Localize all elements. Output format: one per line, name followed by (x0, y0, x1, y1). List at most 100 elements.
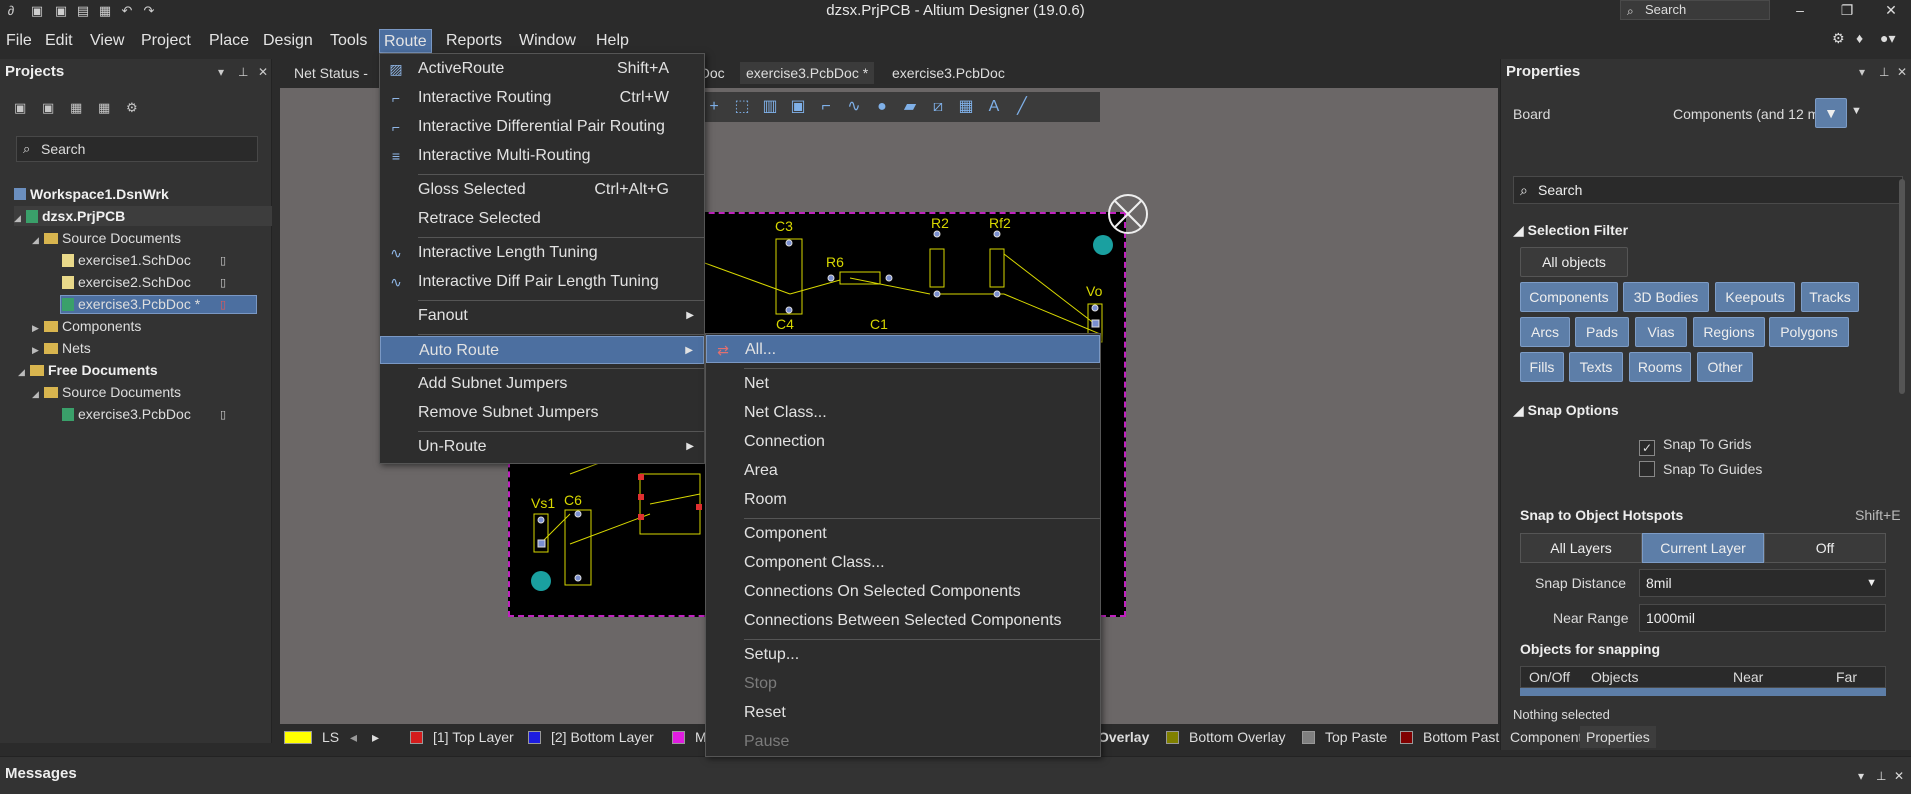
submenu-item-component[interactable]: Component (706, 520, 1100, 548)
menu-design[interactable]: Design (259, 29, 317, 53)
menu-reports[interactable]: Reports (442, 29, 506, 53)
menu-place[interactable]: Place (205, 29, 253, 53)
menu-item-diff-length-tuning[interactable]: ∿ Interactive Diff Pair Length Tuning (380, 268, 704, 296)
filter-regions-button[interactable]: Regions (1693, 317, 1765, 347)
layer-tab-mechanical[interactable]: M (672, 728, 707, 746)
filter-other-button[interactable]: Other (1697, 352, 1753, 382)
via-icon[interactable]: ● (868, 92, 896, 122)
submenu-item-room[interactable]: Room (706, 486, 1100, 514)
submenu-item-component-class[interactable]: Component Class... (706, 549, 1100, 577)
submenu-item-connection[interactable]: Connection (706, 428, 1100, 456)
filter-pads-button[interactable]: Pads (1575, 317, 1629, 347)
tab-properties[interactable]: Properties (1580, 726, 1656, 748)
pin-icon[interactable]: ⊥ (238, 59, 248, 85)
tree-doc-exercise1[interactable]: exercise1.SchDoc (62, 250, 191, 270)
tab-exercise3-active[interactable]: exercise3.PcbDoc * (740, 62, 875, 84)
snap-options-header[interactable]: ◢ Snap Options (1513, 402, 1619, 419)
place-component-icon[interactable]: ▣ (784, 92, 812, 122)
scroll-right-icon[interactable]: ▸ (372, 728, 379, 746)
tree-doc-exercise3[interactable]: exercise3.PcbDoc * (62, 294, 200, 314)
user-icon[interactable]: ●▾ (1880, 30, 1895, 47)
tree-doc-exercise2[interactable]: exercise2.SchDoc (62, 272, 191, 292)
menu-item-remove-subnet-jumpers[interactable]: Remove Subnet Jumpers (380, 399, 704, 427)
filter-keepouts-button[interactable]: Keepouts (1715, 282, 1795, 312)
layer-tab-bottom-overlay[interactable]: Bottom Overlay (1166, 728, 1285, 746)
filter-dropdown-icon[interactable]: ▼ (1851, 105, 1862, 117)
collapse-arrow-icon[interactable]: ◢ (14, 208, 26, 228)
expand-arrow-icon[interactable]: ▶ (32, 340, 44, 360)
filter-rooms-button[interactable]: Rooms (1629, 352, 1691, 382)
compile-icon[interactable]: ▣ (42, 100, 60, 116)
close-panel-icon[interactable]: ✕ (1897, 59, 1907, 85)
route-icon[interactable]: ⌐ (812, 92, 840, 122)
filter-button[interactable]: ▼ (1815, 98, 1847, 128)
pin-icon[interactable]: ⊥ (1879, 59, 1889, 85)
menu-project[interactable]: Project (137, 29, 195, 53)
filter-fills-button[interactable]: Fills (1520, 352, 1564, 382)
tree-free-source-documents[interactable]: ◢ Source Documents (32, 382, 181, 402)
save-doc-icon[interactable]: ▣ (14, 100, 32, 116)
gear-icon[interactable]: ⚙ (1832, 30, 1845, 47)
collapse-arrow-icon[interactable]: ◢ (32, 384, 44, 404)
submenu-item-setup[interactable]: Setup... (706, 641, 1100, 669)
global-search-input[interactable]: ⌕ Search (1620, 0, 1770, 20)
tree-free-documents[interactable]: ◢ Free Documents (18, 360, 158, 380)
menu-item-retrace-selected[interactable]: Retrace Selected (380, 205, 704, 233)
submenu-item-area[interactable]: Area (706, 457, 1100, 485)
select-rect-icon[interactable]: ⬚ (728, 92, 756, 122)
tree-free-doc-exercise3[interactable]: exercise3.PcbDoc (62, 404, 191, 424)
filter-components-button[interactable]: Components (1520, 282, 1618, 312)
tune-icon[interactable]: ∿ (840, 92, 868, 122)
tree-nets[interactable]: ▶ Nets (32, 338, 91, 358)
fill-icon[interactable]: ▰ (896, 92, 924, 122)
menu-item-fanout[interactable]: Fanout ▶ (380, 302, 704, 330)
layer-tab-top[interactable]: [1] Top Layer (410, 728, 514, 746)
hotspot-all-layers[interactable]: All Layers (1520, 533, 1642, 563)
close-panel-icon[interactable]: ✕ (1894, 769, 1904, 783)
close-folder-icon[interactable]: ▦ (98, 100, 116, 116)
properties-search-input[interactable]: ⌕ Search (1513, 176, 1903, 204)
snap-distance-select[interactable]: 8mil ▼ (1639, 569, 1886, 597)
panel-menu-icon[interactable]: ▾ (1859, 59, 1865, 85)
current-layer-swatch[interactable]: LS (284, 728, 339, 746)
submenu-item-all[interactable]: ⇄ All... (706, 335, 1100, 363)
tree-workspace[interactable]: Workspace1.DsnWrk (14, 184, 169, 204)
menu-item-gloss-selected[interactable]: Gloss Selected Ctrl+Alt+G (380, 176, 704, 204)
align-icon[interactable]: ▥ (756, 92, 784, 122)
open-folder-icon[interactable]: ▦ (70, 100, 88, 116)
panel-menu-icon[interactable]: ▾ (1858, 769, 1864, 783)
menu-help[interactable]: Help (592, 29, 633, 53)
polygon-icon[interactable]: ⧄ (924, 92, 952, 122)
menu-item-interactive-routing[interactable]: ⌐ Interactive Routing Ctrl+W (380, 84, 704, 112)
filter-polygons-button[interactable]: Polygons (1769, 317, 1849, 347)
minimize-button[interactable]: – (1785, 0, 1815, 22)
tree-source-documents[interactable]: ◢ Source Documents (32, 228, 181, 248)
restore-button[interactable]: ❐ (1832, 0, 1862, 22)
snap-objects-table-row[interactable] (1520, 688, 1886, 696)
line-icon[interactable]: ╱ (1008, 92, 1036, 122)
hotspot-current-layer[interactable]: Current Layer (1642, 533, 1764, 563)
layer-tab-top-paste[interactable]: Top Paste (1302, 728, 1387, 746)
menu-view[interactable]: View (86, 29, 128, 53)
dimension-icon[interactable]: ▦ (952, 92, 980, 122)
submenu-item-net[interactable]: Net (706, 370, 1100, 398)
collapse-arrow-icon[interactable]: ◢ (32, 230, 44, 250)
layer-tab-bottom[interactable]: [2] Bottom Layer (528, 728, 654, 746)
tab-components[interactable]: Components (1510, 729, 1589, 745)
menu-tools[interactable]: Tools (326, 29, 371, 53)
expand-arrow-icon[interactable]: ▶ (32, 318, 44, 338)
menu-route[interactable]: Route (379, 29, 432, 53)
submenu-item-pause[interactable]: Pause (706, 728, 1100, 756)
text-icon[interactable]: A (980, 92, 1008, 122)
snap-to-grids-checkbox[interactable]: ✓ Snap To Grids (1639, 436, 1751, 456)
menu-edit[interactable]: Edit (41, 29, 77, 53)
near-range-input[interactable]: 1000mil (1639, 604, 1886, 632)
collapse-arrow-icon[interactable]: ◢ (18, 362, 30, 382)
snap-to-guides-checkbox[interactable]: Snap To Guides (1639, 461, 1762, 477)
submenu-item-connections-between-selected[interactable]: Connections Between Selected Components (706, 607, 1100, 635)
projects-search-input[interactable]: ⌕ Search (16, 136, 258, 162)
menu-item-add-subnet-jumpers[interactable]: Add Subnet Jumpers (380, 370, 704, 398)
tab-net-status[interactable]: Net Status - (288, 62, 374, 84)
hotspot-off[interactable]: Off (1764, 533, 1886, 563)
filter-vias-button[interactable]: Vias (1635, 317, 1687, 347)
